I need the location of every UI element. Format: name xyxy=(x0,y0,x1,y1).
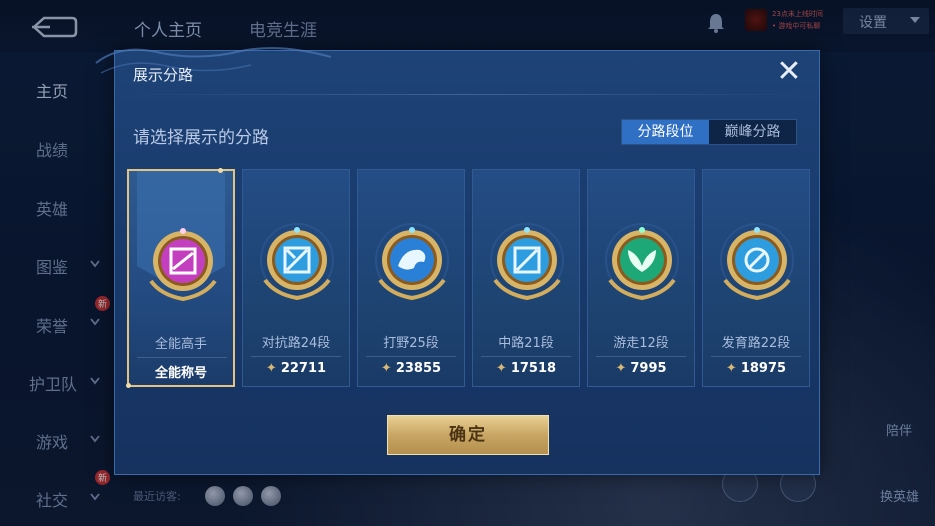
lane-score: ✦ 17518 xyxy=(473,361,579,376)
divider xyxy=(251,356,341,357)
score-value: 7995 xyxy=(630,361,667,376)
points-icon: ✦ xyxy=(265,361,277,376)
divider xyxy=(137,357,227,358)
roam-icon xyxy=(605,223,679,301)
lane-score: ✦ 18975 xyxy=(703,361,809,376)
show-lane-modal: 展示分路 ✕ 请选择展示的分路 分路段位 巅峰分路 全能高手 全能称号 对抗路2… xyxy=(95,47,820,475)
card-label: 对抗路24段 xyxy=(261,336,331,351)
divider xyxy=(115,94,819,95)
card-label: 发育路22段 xyxy=(721,336,791,351)
close-icon[interactable]: ✕ xyxy=(773,57,805,89)
points-icon: ✦ xyxy=(725,361,737,376)
mid-lane-icon xyxy=(490,223,564,301)
cloud-decoration-icon xyxy=(95,47,332,74)
card-label: 全能高手 xyxy=(154,337,207,352)
segment-lane-rank[interactable]: 分路段位 xyxy=(622,120,709,144)
score-value: 18975 xyxy=(740,361,787,376)
score-value: 17518 xyxy=(510,361,557,376)
points-icon: ✦ xyxy=(615,361,627,376)
lane-score: ✦ 7995 xyxy=(588,361,694,376)
card-bottom-label: 全能称号 xyxy=(154,366,207,381)
lane-card-roam[interactable]: 游走12段 ✦ 7995 xyxy=(587,169,695,387)
lane-score: ✦ 23855 xyxy=(358,361,464,376)
farm-lane-icon xyxy=(720,223,794,301)
modal-title: 展示分路 xyxy=(133,66,194,84)
score-value: 22711 xyxy=(280,361,327,376)
score-value: 23855 xyxy=(395,361,442,376)
confirm-button[interactable]: 确定 xyxy=(387,415,549,455)
jungle-icon xyxy=(375,223,449,301)
corner-dot xyxy=(126,383,131,388)
lane-score: ✦ 22711 xyxy=(243,361,349,376)
clash-lane-icon xyxy=(260,223,334,301)
lane-card-mid[interactable]: 中路21段 ✦ 17518 xyxy=(472,169,580,387)
points-icon: ✦ xyxy=(495,361,507,376)
lane-card-all-round[interactable]: 全能高手 全能称号 xyxy=(126,168,235,388)
lane-card-clash[interactable]: 对抗路24段 ✦ 22711 xyxy=(242,169,350,387)
divider xyxy=(481,356,571,357)
all-round-icon xyxy=(149,228,217,302)
segment-toggle: 分路段位 巅峰分路 xyxy=(621,119,797,145)
modal-subtitle: 请选择展示的分路 xyxy=(133,128,269,148)
corner-dot xyxy=(218,168,223,173)
lane-card-jungle[interactable]: 打野25段 ✦ 23855 xyxy=(357,169,465,387)
divider xyxy=(596,356,686,357)
divider xyxy=(366,356,456,357)
points-icon: ✦ xyxy=(380,361,392,376)
card-label: 游走12段 xyxy=(613,336,669,351)
divider xyxy=(711,356,801,357)
card-label: 中路21段 xyxy=(498,336,554,351)
card-label: 打野25段 xyxy=(383,336,439,351)
lane-card-farm[interactable]: 发育路22段 ✦ 18975 xyxy=(702,169,810,387)
segment-peak-lane[interactable]: 巅峰分路 xyxy=(709,120,796,144)
